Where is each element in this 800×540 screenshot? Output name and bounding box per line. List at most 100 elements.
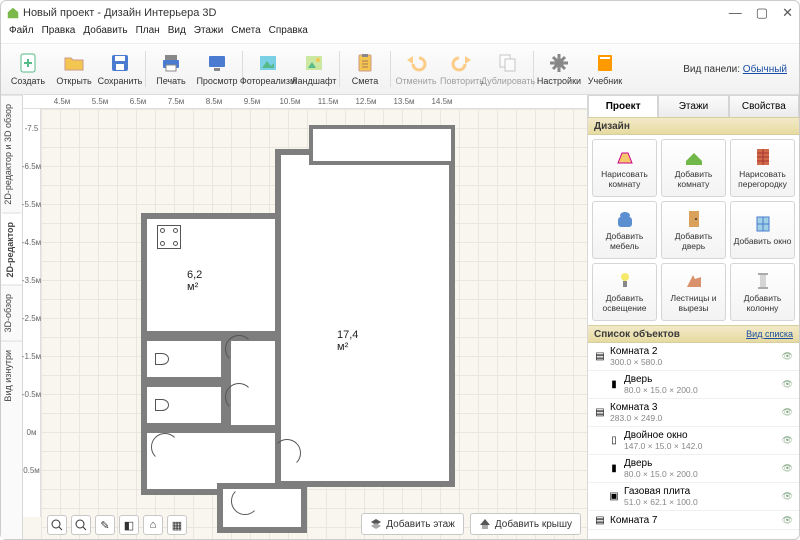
toilet-symbol[interactable] [155,353,169,365]
menu-план[interactable]: План [136,25,160,43]
app-window: Новый проект - Дизайн Интерьера 3D — ▢ ✕… [0,0,800,540]
panel-tab-2[interactable]: Свойства [729,95,799,117]
zoom-out-button[interactable] [71,515,91,535]
toolbar-folder-open-button[interactable]: Открыть [51,46,97,92]
view-panel-label: Вид панели: Обычный [683,64,795,75]
gear-icon [548,52,570,74]
object-row[interactable]: ▤Комната 2300.0 × 580.0👁 [588,343,799,371]
visibility-icon[interactable]: 👁 [782,351,793,362]
visibility-icon[interactable]: 👁 [782,491,793,502]
menu-файл[interactable]: Файл [9,25,34,43]
toolbar-save-button[interactable]: Сохранить [97,46,143,92]
side-tab-0[interactable]: 2D-редактор и 3D обзор [1,95,22,213]
tile-icon [684,271,704,291]
tile-icon [684,209,704,229]
tile-icon [684,147,704,167]
tile-icon [753,271,773,291]
menu-добавить[interactable]: Добавить [83,25,127,43]
monitor-icon [206,52,228,74]
visibility-icon[interactable]: 👁 [782,407,793,418]
panel-tab-1[interactable]: Этажи [658,95,728,117]
save-icon [109,52,131,74]
area-label: 6,2 м² [187,269,202,293]
right-panel: ПроектЭтажиСвойства Дизайн Нарисовать ко… [587,95,799,539]
toolbar-gear-button[interactable]: Настройки [536,46,582,92]
toolbar: СоздатьОткрытьСохранитьПечатьПросмотрФот… [1,43,799,95]
objects-section-header: Список объектов Вид списка [588,325,799,343]
visibility-icon[interactable]: 👁 [782,379,793,390]
zoom-in-button[interactable] [47,515,67,535]
toolbar-photo-button[interactable]: Фотореализм [245,46,291,92]
object-row[interactable]: ▮Дверь80.0 × 15.0 × 200.0👁 [588,455,799,483]
menu-смета[interactable]: Смета [231,25,260,43]
design-tile-3[interactable]: Добавить мебель [592,201,657,259]
object-row[interactable]: ▤Комната 7👁 [588,511,799,530]
panel-tab-0[interactable]: Проект [588,95,658,117]
menu-этажи[interactable]: Этажи [194,25,224,43]
layers-icon [370,518,382,530]
close-button[interactable]: ✕ [782,5,793,21]
objects-view-mode[interactable]: Вид списка [746,329,793,339]
toolbar-redo-button: Повторить [439,46,485,92]
design-tile-7[interactable]: Лестницы и вырезы [661,263,726,321]
copy-icon [497,52,519,74]
side-tab-1[interactable]: 2D-редактор [1,213,22,286]
design-tile-4[interactable]: Добавить дверь [661,201,726,259]
home-button[interactable]: ⌂ [143,515,163,535]
toolbar-file-plus-button[interactable]: Создать [5,46,51,92]
object-row[interactable]: ▮Дверь80.0 × 15.0 × 200.0👁 [588,371,799,399]
design-tools-grid: Нарисовать комнатуДобавить комнатуНарисо… [588,135,799,325]
stove-icon: ▣ [608,491,620,503]
design-section-header: Дизайн [588,117,799,135]
landscape-icon [303,52,325,74]
minimize-button[interactable]: — [729,5,742,21]
floor-buttons: Добавить этаж Добавить крышу [361,513,581,535]
menubar: Файл Правка Добавить План Вид Этажи Смета Справ… [1,25,799,43]
clipboard-icon [354,52,376,74]
design-tile-2[interactable]: Нарисовать перегородку [730,139,795,197]
design-tile-1[interactable]: Добавить комнату [661,139,726,197]
design-tile-0[interactable]: Нарисовать комнату [592,139,657,197]
area-label: 17,4 м² [337,329,358,353]
maximize-button[interactable]: ▢ [756,5,768,21]
design-tile-8[interactable]: Добавить колонну [730,263,795,321]
tile-icon [753,147,773,167]
floorplan-canvas[interactable]: 6,2 м² 17,4 м² ✎◧⌂▦ Добавить этаж Добави… [41,109,587,539]
menu-вид[interactable]: Вид [168,25,186,43]
design-tile-5[interactable]: Добавить окно [730,201,795,259]
panel-tabs: ПроектЭтажиСвойства [588,95,799,117]
toolbar-landscape-button[interactable]: Ландшафт [291,46,337,92]
add-floor-button[interactable]: Добавить этаж [361,513,464,535]
side-tab-2[interactable]: 3D-обзор [1,285,22,341]
menu-справка[interactable]: Справка [269,25,308,43]
object-row[interactable]: ▯Двойное окно147.0 × 15.0 × 142.0👁 [588,427,799,455]
side-tabs: 2D-редактор и 3D обзор2D-редактор3D-обзо… [1,95,23,539]
eraser-button[interactable]: ◧ [119,515,139,535]
view-panel-mode[interactable]: Обычный [743,64,787,75]
window-title: Новый проект - Дизайн Интерьера 3D [23,7,216,19]
add-roof-button[interactable]: Добавить крышу [470,513,581,535]
grid-button[interactable]: ▦ [167,515,187,535]
menu-правка[interactable]: Правка [42,25,76,43]
toolbar-printer-button[interactable]: Печать [148,46,194,92]
side-tab-3[interactable]: Вид изнутри [1,341,22,410]
tile-icon [753,214,773,234]
toolbar-monitor-button[interactable]: Просмотр [194,46,240,92]
book-icon [594,52,616,74]
titlebar: Новый проект - Дизайн Интерьера 3D — ▢ ✕ [1,1,799,25]
toolbar-book-button[interactable]: Учебник [582,46,628,92]
toolbar-clipboard-button[interactable]: Смета [342,46,388,92]
visibility-icon[interactable]: 👁 [782,515,793,526]
folder-open-icon [63,52,85,74]
visibility-icon[interactable]: 👁 [782,463,793,474]
object-row[interactable]: ▤Комната 3283.0 × 249.0👁 [588,399,799,427]
visibility-icon[interactable]: 👁 [782,435,793,446]
design-tile-6[interactable]: Добавить освещение [592,263,657,321]
door-icon: ▮ [608,463,620,475]
ruler-horizontal: 4.5м5.5м6.5м7.5м8.5м9.5м10.5м11.5м12.5м1… [23,95,587,109]
stove-symbol[interactable] [157,225,181,249]
pencil-button[interactable]: ✎ [95,515,115,535]
object-row[interactable]: ▣Газовая плита51.0 × 62.1 × 100.0👁 [588,483,799,511]
toilet-symbol[interactable] [155,399,169,411]
printer-icon [160,52,182,74]
